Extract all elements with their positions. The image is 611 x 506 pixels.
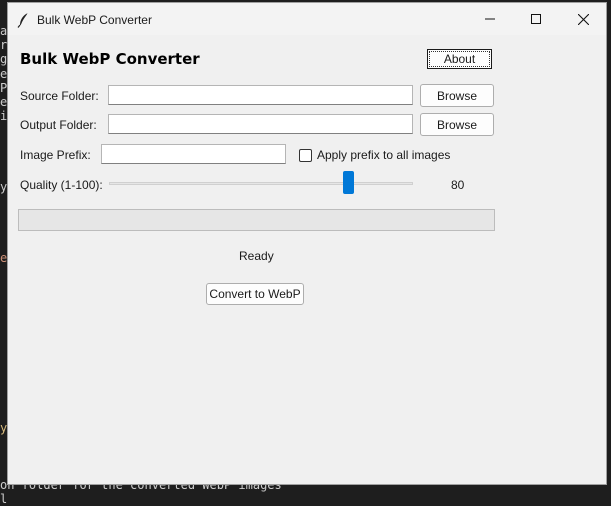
minimize-icon bbox=[485, 18, 495, 20]
source-browse-button[interactable]: Browse bbox=[420, 84, 494, 107]
quality-slider-track[interactable] bbox=[109, 182, 413, 185]
apply-prefix-label[interactable]: Apply prefix to all images bbox=[317, 148, 450, 162]
source-folder-label: Source Folder: bbox=[20, 89, 99, 103]
progress-bar bbox=[18, 209, 495, 231]
close-icon bbox=[577, 13, 589, 25]
output-browse-button[interactable]: Browse bbox=[420, 113, 494, 136]
window-title: Bulk WebP Converter bbox=[37, 13, 152, 27]
feather-icon bbox=[17, 12, 29, 28]
apply-prefix-checkbox[interactable] bbox=[299, 149, 312, 162]
output-folder-label: Output Folder: bbox=[20, 118, 97, 132]
background-char: l bbox=[0, 492, 8, 506]
app-heading: Bulk WebP Converter bbox=[20, 50, 200, 68]
maximize-button[interactable] bbox=[513, 3, 559, 35]
source-folder-input[interactable] bbox=[108, 85, 413, 105]
output-folder-input[interactable] bbox=[108, 114, 413, 134]
quality-label: Quality (1-100): bbox=[20, 178, 103, 192]
convert-button[interactable]: Convert to WebP bbox=[206, 283, 304, 305]
maximize-icon bbox=[531, 14, 541, 24]
close-button[interactable] bbox=[560, 3, 606, 35]
quality-slider-thumb[interactable] bbox=[342, 171, 354, 194]
minimize-button[interactable] bbox=[467, 3, 513, 35]
status-text: Ready bbox=[239, 249, 274, 263]
about-button-label: About bbox=[428, 51, 491, 67]
image-prefix-label: Image Prefix: bbox=[20, 148, 91, 162]
quality-value: 80 bbox=[451, 178, 465, 192]
title-bar[interactable]: Bulk WebP Converter bbox=[8, 3, 606, 35]
app-window: Bulk WebP Converter Bulk WebP Converter … bbox=[7, 2, 607, 485]
image-prefix-input[interactable] bbox=[101, 144, 286, 164]
about-button[interactable]: About bbox=[427, 49, 492, 69]
